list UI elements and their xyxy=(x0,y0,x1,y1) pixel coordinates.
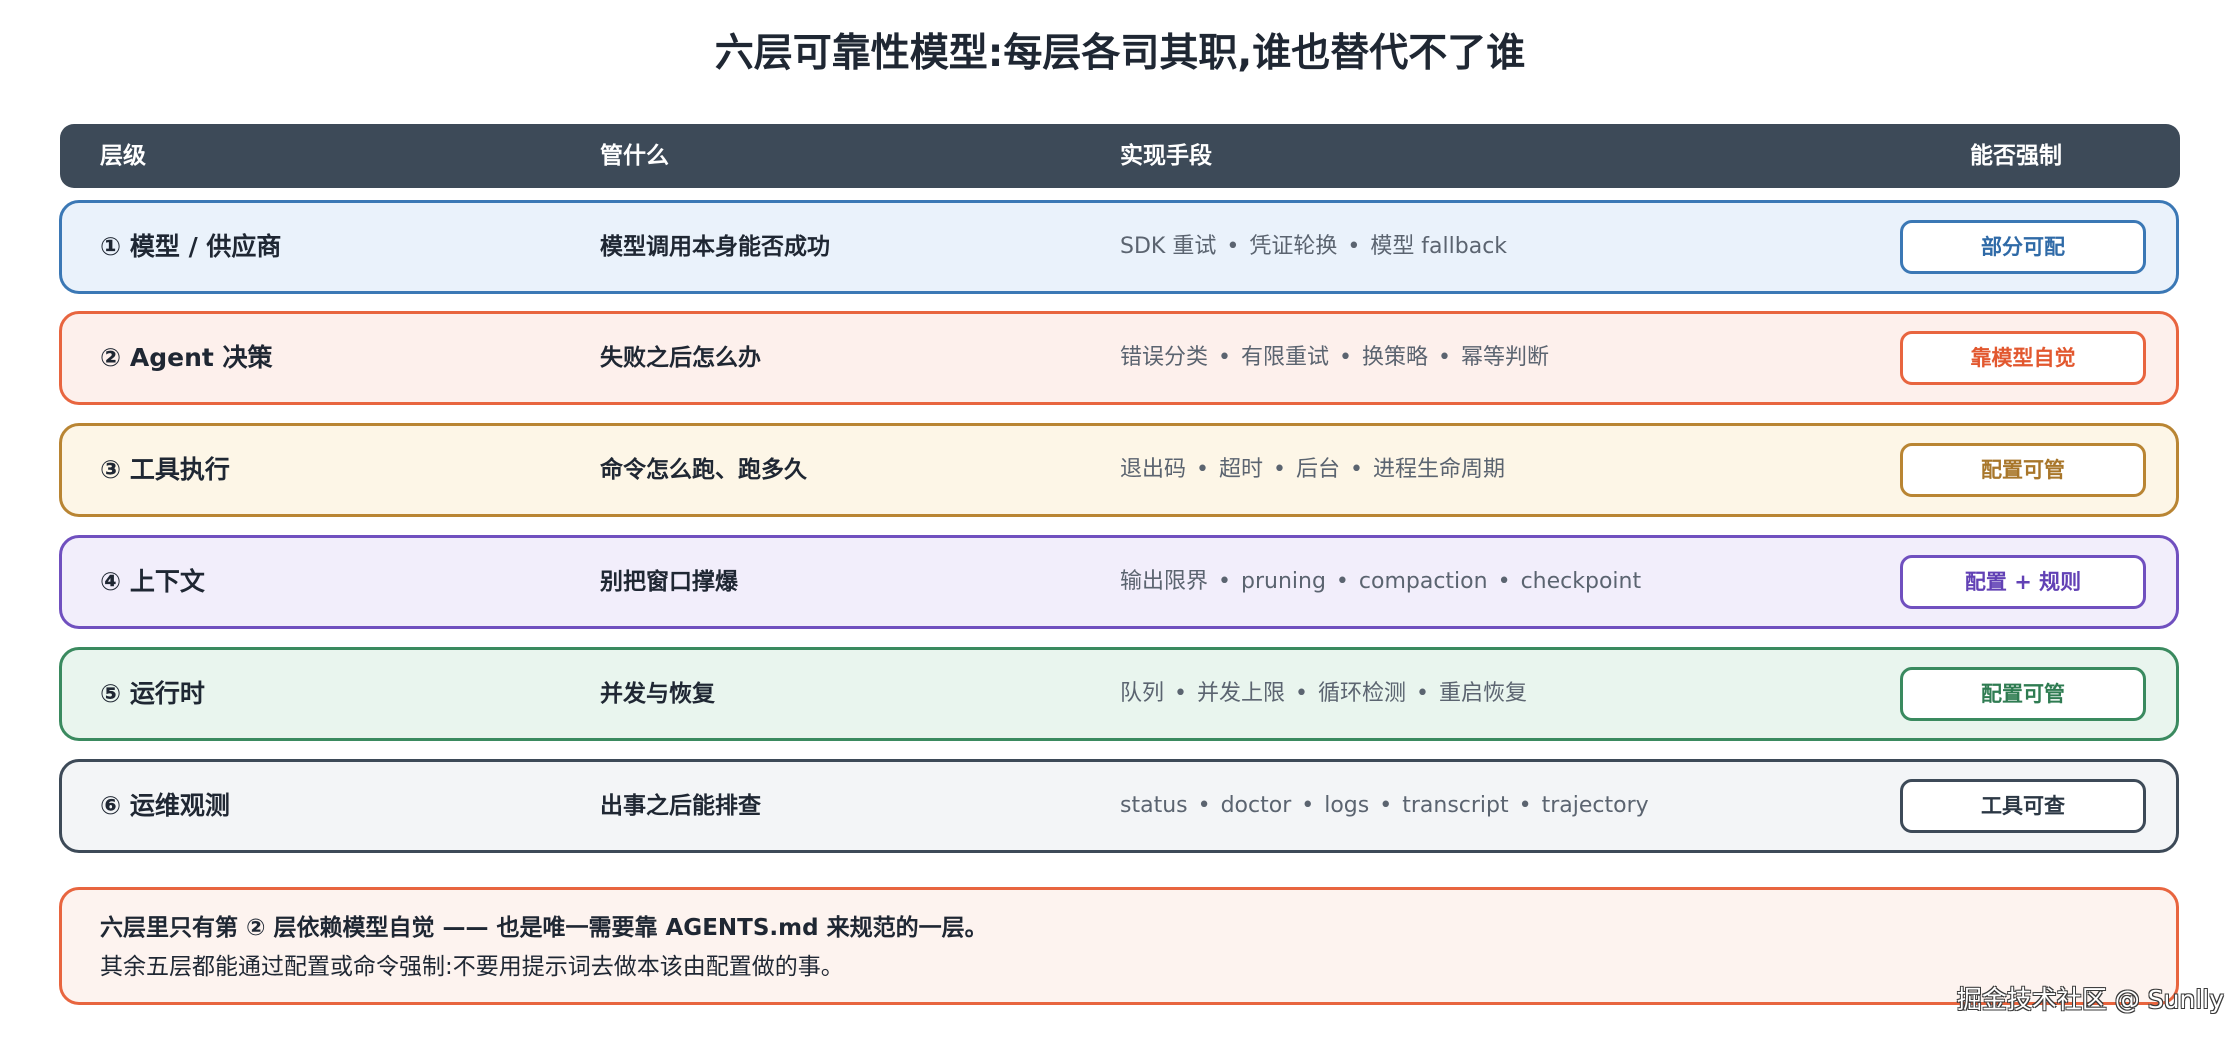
header-scope: 管什么 xyxy=(600,143,669,169)
means-item: pruning xyxy=(1241,569,1326,594)
means-item: transcript xyxy=(1402,793,1509,818)
bullet-separator: • xyxy=(1218,345,1231,370)
bullet-separator: • xyxy=(1518,793,1532,818)
layer-means: 错误分类 • 有限重试 • 换策略 • 幂等判断 xyxy=(1120,314,1549,402)
layer-row-runtime: ⑤ 运行时 并发与恢复 队列 • 并发上限 • 循环检测 • 重启恢复 配置可管 xyxy=(59,647,2179,741)
means-item: 有限重试 xyxy=(1241,345,1330,370)
layer-name: ③ 工具执行 xyxy=(100,455,230,484)
bullet-separator: • xyxy=(1196,457,1209,482)
means-item: SDK 重试 xyxy=(1120,234,1217,259)
layer-scope: 模型调用本身能否成功 xyxy=(600,234,830,260)
means-item: 模型 fallback xyxy=(1370,234,1508,259)
means-item: 后台 xyxy=(1296,457,1341,482)
enforce-badge: 部分可配 xyxy=(1900,220,2146,274)
means-item: 队列 xyxy=(1120,681,1165,706)
means-item: trajectory xyxy=(1541,793,1649,818)
means-item: 并发上限 xyxy=(1197,681,1286,706)
table-header: 层级 管什么 实现手段 能否强制 xyxy=(60,124,2180,188)
layer-means: 退出码 • 超时 • 后台 • 进程生命周期 xyxy=(1120,426,1505,514)
bullet-separator: • xyxy=(1273,457,1286,482)
header-layer: 层级 xyxy=(100,143,146,169)
means-item: 换策略 xyxy=(1362,345,1429,370)
layer-scope: 出事之后能排查 xyxy=(600,793,761,819)
layer-scope: 失败之后怎么办 xyxy=(600,345,761,371)
layer-row-model: ① 模型 / 供应商 模型调用本身能否成功 SDK 重试 • 凭证轮换 • 模型 fal… xyxy=(59,200,2179,294)
means-item: logs xyxy=(1324,793,1370,818)
means-item: 重启恢复 xyxy=(1439,681,1528,706)
note-line-2: 其余五层都能通过配置或命令强制:不要用提示词去做本该由配置做的事。 xyxy=(100,954,844,980)
header-means: 实现手段 xyxy=(1120,143,1212,169)
enforce-badge: 配置可管 xyxy=(1900,667,2146,721)
layer-row-context: ④ 上下文 别把窗口撑爆 输出限界 • pruning • compaction • che… xyxy=(59,535,2179,629)
means-item: 循环检测 xyxy=(1318,681,1407,706)
layer-name: ② Agent 决策 xyxy=(100,343,273,372)
means-item: 错误分类 xyxy=(1120,345,1209,370)
bullet-separator: • xyxy=(1497,569,1511,594)
layer-scope: 并发与恢复 xyxy=(600,681,715,707)
enforce-badge: 配置 + 规则 xyxy=(1900,555,2146,609)
layer-means: 队列 • 并发上限 • 循环检测 • 重启恢复 xyxy=(1120,650,1527,738)
layer-row-ops: ⑥ 运维观测 出事之后能排查 status • doctor • logs • transc… xyxy=(59,759,2179,853)
bullet-separator: • xyxy=(1416,681,1429,706)
layer-name: ⑤ 运行时 xyxy=(100,679,205,708)
layer-name: ⑥ 运维观测 xyxy=(100,791,230,820)
page-title: 六层可靠性模型:每层各司其职,谁也替代不了谁 xyxy=(714,31,1526,76)
means-item: 退出码 xyxy=(1120,457,1187,482)
enforce-badge: 靠模型自觉 xyxy=(1900,331,2146,385)
bullet-separator: • xyxy=(1301,793,1315,818)
layer-means: SDK 重试 • 凭证轮换 • 模型 fallback xyxy=(1120,203,1507,291)
means-item: checkpoint xyxy=(1520,569,1642,594)
layer-scope: 命令怎么跑、跑多久 xyxy=(600,457,807,483)
means-item: 幂等判断 xyxy=(1461,345,1550,370)
bullet-separator: • xyxy=(1335,569,1349,594)
bullet-separator: • xyxy=(1174,681,1187,706)
layer-name: ① 模型 / 供应商 xyxy=(100,232,282,261)
bullet-separator: • xyxy=(1350,457,1363,482)
layer-row-agent: ② Agent 决策 失败之后怎么办 错误分类 • 有限重试 • 换策略 • 幂等判断 靠模… xyxy=(59,311,2179,405)
means-item: 进程生命周期 xyxy=(1373,457,1506,482)
layer-scope: 别把窗口撑爆 xyxy=(600,569,738,595)
bullet-separator: • xyxy=(1295,681,1308,706)
bullet-separator: • xyxy=(1347,234,1361,259)
layer-means: status • doctor • logs • transcript • trajectory xyxy=(1120,762,1649,850)
watermark: 掘金技术社区 @ Sunlly xyxy=(1956,985,2224,1014)
means-item: doctor xyxy=(1220,793,1292,818)
means-item: 输出限界 xyxy=(1120,569,1209,594)
enforce-badge: 配置可管 xyxy=(1900,443,2146,497)
layer-name: ④ 上下文 xyxy=(100,567,205,596)
bullet-separator: • xyxy=(1379,793,1393,818)
bullet-separator: • xyxy=(1218,569,1231,594)
means-item: 凭证轮换 xyxy=(1249,234,1338,259)
bullet-separator: • xyxy=(1226,234,1240,259)
layer-row-tools: ③ 工具执行 命令怎么跑、跑多久 退出码 • 超时 • 后台 • 进程生命周期 配置可管 xyxy=(59,423,2179,517)
means-item: compaction xyxy=(1358,569,1488,594)
means-item: 超时 xyxy=(1219,457,1264,482)
means-item: status xyxy=(1120,793,1188,818)
layer-means: 输出限界 • pruning • compaction • checkpoint xyxy=(1120,538,1641,626)
enforce-badge: 工具可查 xyxy=(1900,779,2146,833)
bullet-separator: • xyxy=(1339,345,1352,370)
header-enforce: 能否强制 xyxy=(1970,143,2062,169)
note-line-1: 六层里只有第 ② 层依赖模型自觉 —— 也是唯一需要靠 AGENTS.md 来规… xyxy=(100,915,988,941)
bullet-separator: • xyxy=(1197,793,1211,818)
summary-note: 六层里只有第 ② 层依赖模型自觉 —— 也是唯一需要靠 AGENTS.md 来规… xyxy=(59,887,2179,1005)
bullet-separator: • xyxy=(1438,345,1451,370)
